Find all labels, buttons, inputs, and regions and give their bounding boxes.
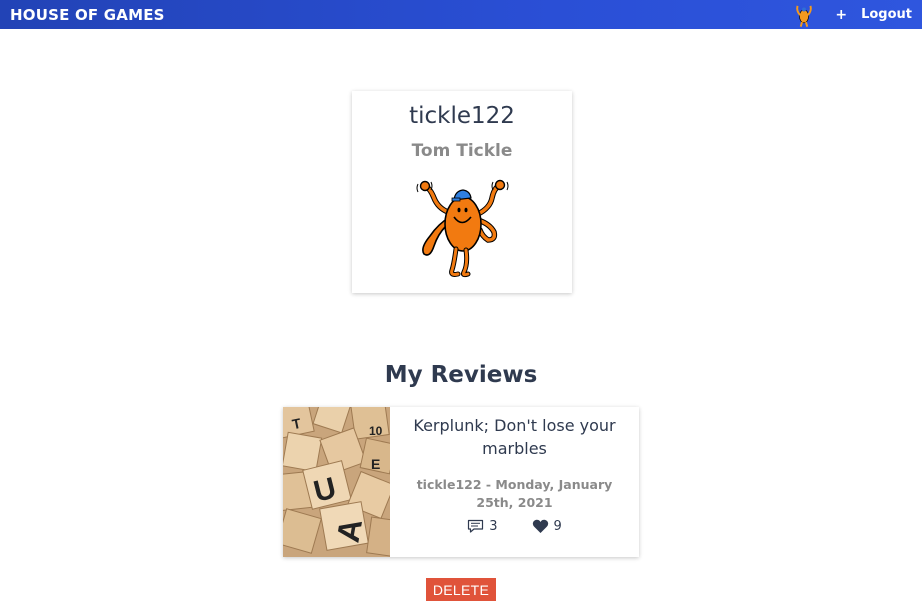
delete-button[interactable]: DELETE bbox=[426, 578, 496, 601]
review-author-date: tickle122 - Monday, January 25th, 2021 bbox=[416, 477, 613, 510]
vote-count[interactable]: 9 bbox=[532, 519, 562, 534]
profile-card: tickle122 Tom Tickle bbox=[352, 91, 572, 293]
heart-icon[interactable] bbox=[532, 519, 549, 534]
review-card[interactable]: U A 10 T E Kerplunk; Don't lose your mar… bbox=[283, 407, 639, 557]
svg-text:10: 10 bbox=[369, 424, 383, 438]
review-stats: 3 9 bbox=[390, 519, 639, 534]
top-navbar: HOUSE OF GAMES + Logout bbox=[0, 0, 922, 29]
logout-button[interactable]: Logout bbox=[861, 7, 912, 22]
vote-count-value: 9 bbox=[553, 519, 562, 534]
svg-text:E: E bbox=[371, 456, 380, 472]
add-review-button[interactable]: + bbox=[835, 7, 847, 23]
review-body: Kerplunk; Don't lose your marbles tickle… bbox=[390, 407, 639, 557]
mr-tickle-icon bbox=[416, 179, 509, 278]
comment-count: 3 bbox=[467, 519, 498, 534]
my-reviews-heading: My Reviews bbox=[384, 362, 538, 388]
comment-icon bbox=[468, 519, 484, 533]
comment-count-value: 3 bbox=[489, 519, 498, 534]
navbar-actions: + Logout bbox=[791, 0, 912, 29]
review-title[interactable]: Kerplunk; Don't lose your marbles bbox=[404, 414, 625, 460]
user-avatar-icon[interactable] bbox=[791, 2, 817, 28]
profile-username: tickle122 bbox=[409, 103, 515, 129]
scrabble-tiles-image: U A 10 T E bbox=[283, 407, 390, 557]
brand-logo[interactable]: HOUSE OF GAMES bbox=[10, 6, 165, 24]
profile-full-name: Tom Tickle bbox=[411, 141, 513, 161]
